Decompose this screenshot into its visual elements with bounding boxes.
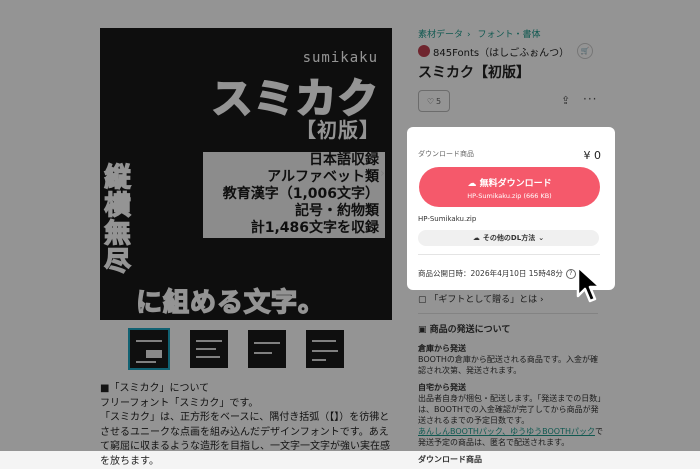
publish-date-text: 商品公開日時：2026年4月10日 15時48分 [418,269,563,278]
chevron-down-icon: ⌄ [538,234,545,242]
other-dl-methods-button[interactable]: ☁ その他のDL方法 ⌄ [418,230,599,246]
free-download-button[interactable]: ☁ 無料ダウンロード HP-Sumikaku.zip (666 KB) [419,167,600,207]
item-type: ダウンロード商品 [418,150,474,158]
divider [418,254,600,255]
mouse-cursor [576,265,602,303]
download-item-title: ダウンロード商品 [418,455,482,464]
file-name: HP-Sumikaku.zip [418,215,477,223]
download-file-info: HP-Sumikaku.zip (666 KB) [467,192,552,200]
cloud-download-icon: ☁ [467,179,477,189]
cloud-download-icon: ☁ [472,234,480,242]
price: ¥ 0 [583,149,602,162]
other-dl-label: その他のDL方法 [482,234,536,242]
publish-date: 商品公開日時：2026年4月10日 15時48分 ? [418,268,576,279]
download-label: 無料ダウンロード [479,179,552,189]
